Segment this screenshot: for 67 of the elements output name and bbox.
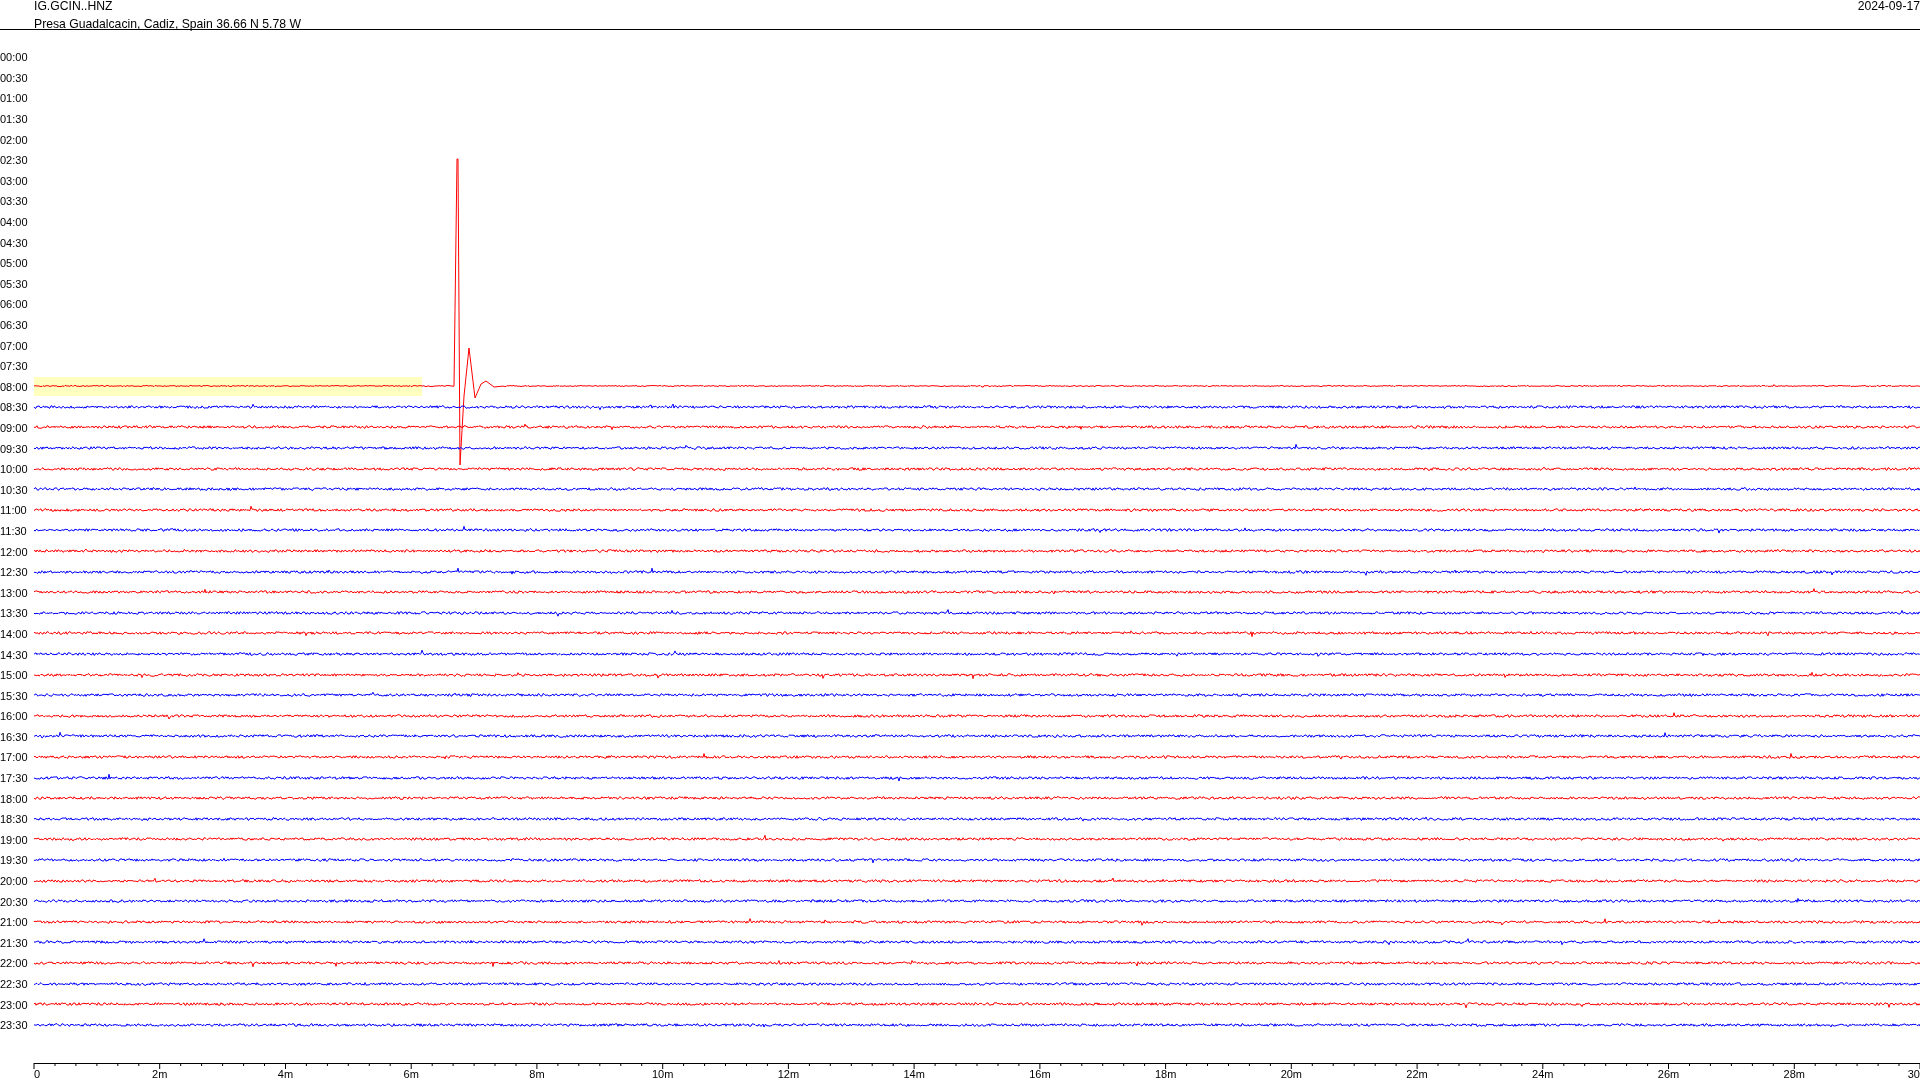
axis-label: 8m bbox=[529, 1068, 545, 1080]
time-label: 16:30 bbox=[0, 730, 29, 743]
time-label: 08:00 bbox=[0, 380, 29, 393]
time-label: 23:30 bbox=[0, 1019, 29, 1032]
time-label: 02:00 bbox=[0, 133, 29, 146]
plot-date: 2024-09-17 bbox=[1857, 0, 1920, 12]
time-label: 05:00 bbox=[0, 257, 29, 270]
axis-label: 6m bbox=[403, 1068, 419, 1080]
time-label: 19:00 bbox=[0, 833, 29, 846]
time-label: 11:00 bbox=[0, 504, 28, 517]
time-label: 00:00 bbox=[0, 51, 29, 64]
axis-label: 10m bbox=[651, 1068, 674, 1080]
axis-label: 16m bbox=[1029, 1068, 1051, 1080]
time-label: 00:30 bbox=[0, 71, 29, 84]
time-label: 18:00 bbox=[0, 792, 29, 805]
time-label: 03:30 bbox=[0, 195, 29, 208]
time-label: 10:00 bbox=[0, 463, 29, 476]
time-label: 06:30 bbox=[0, 319, 29, 331]
station-location: Presa Guadalcacin, Cadiz, Spain 36.66 N 5.78 W bbox=[34, 18, 301, 30]
time-label: 14:00 bbox=[0, 627, 29, 640]
time-label: 21:30 bbox=[0, 936, 29, 949]
time-label: 22:30 bbox=[0, 978, 29, 990]
axis-label: 0 bbox=[34, 1068, 41, 1080]
time-label: 14:30 bbox=[0, 648, 29, 661]
axis-label: 12m bbox=[777, 1068, 800, 1080]
time-label: 15:00 bbox=[0, 669, 29, 682]
time-label: 11:30 bbox=[0, 524, 28, 537]
time-label: 13:30 bbox=[0, 607, 29, 620]
time-label: 18:30 bbox=[0, 813, 29, 826]
time-label: 17:30 bbox=[0, 772, 29, 785]
axis-label: 26m bbox=[1657, 1068, 1680, 1080]
time-label: 07:30 bbox=[0, 360, 29, 373]
time-label: 19:30 bbox=[0, 854, 29, 867]
time-label: 07:00 bbox=[0, 339, 29, 352]
axis-label: 20m bbox=[1280, 1068, 1303, 1080]
time-label: 17:00 bbox=[0, 751, 29, 764]
time-label: 02:30 bbox=[0, 154, 29, 167]
axis-label: 14m bbox=[903, 1068, 925, 1080]
time-label: 21:00 bbox=[0, 916, 29, 929]
time-label: 09:30 bbox=[0, 442, 29, 455]
time-label: 01:30 bbox=[0, 113, 29, 126]
time-label: 15:30 bbox=[0, 689, 29, 702]
time-label: 04:00 bbox=[0, 216, 29, 229]
axis-label: 18m bbox=[1154, 1068, 1177, 1080]
time-label: 05:30 bbox=[0, 277, 29, 290]
station-code: IG.GCIN..HNZ bbox=[34, 0, 114, 12]
time-label: 10:30 bbox=[0, 483, 29, 496]
axis-label: 30 bbox=[1907, 1068, 1920, 1080]
time-label: 04:30 bbox=[0, 236, 29, 249]
time-label: 12:00 bbox=[0, 545, 29, 558]
time-label: 06:00 bbox=[0, 298, 29, 311]
time-label: 20:30 bbox=[0, 895, 29, 908]
axis-label: 22m bbox=[1406, 1068, 1428, 1080]
time-label: 12:30 bbox=[0, 566, 29, 579]
time-label: 08:30 bbox=[0, 401, 29, 414]
time-label: 03:00 bbox=[0, 174, 29, 187]
axis-label: 2m bbox=[152, 1068, 168, 1080]
axis-label: 24m bbox=[1532, 1068, 1554, 1080]
time-label: 22:00 bbox=[0, 957, 29, 970]
time-label: 16:00 bbox=[0, 710, 29, 723]
time-label: 20:00 bbox=[0, 875, 29, 888]
time-label: 13:00 bbox=[0, 586, 29, 599]
time-label: 09:00 bbox=[0, 422, 29, 434]
time-label: 23:00 bbox=[0, 998, 29, 1011]
axis-label: 28m bbox=[1783, 1068, 1805, 1080]
time-label: 01:00 bbox=[0, 92, 29, 105]
axis-label: 4m bbox=[277, 1068, 294, 1080]
